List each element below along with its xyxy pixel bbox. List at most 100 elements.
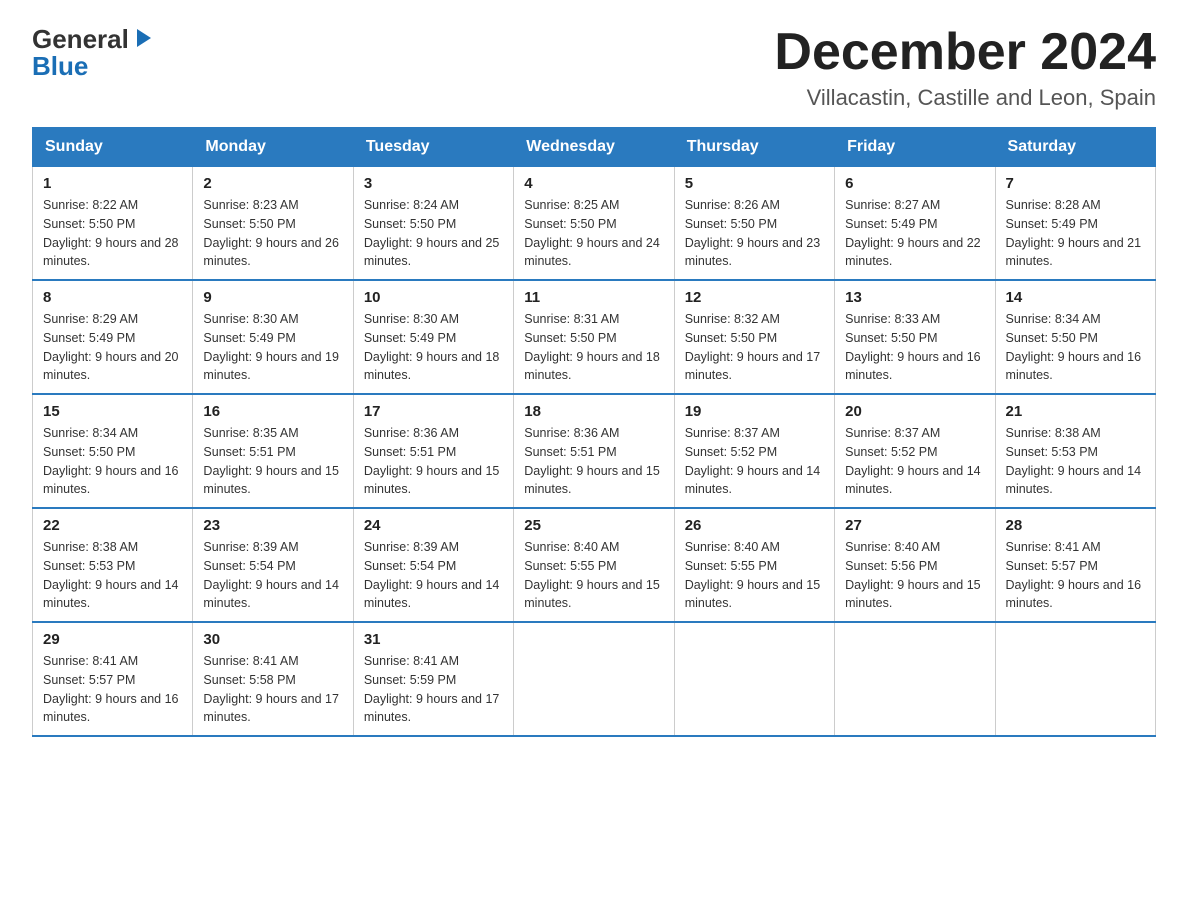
day-number: 10 xyxy=(364,289,503,306)
day-cell-18: 18Sunrise: 8:36 AMSunset: 5:51 PMDayligh… xyxy=(514,394,674,508)
day-info: Sunrise: 8:40 AMSunset: 5:56 PMDaylight:… xyxy=(845,538,984,613)
day-cell-19: 19 Sunrise: 8:37 AMSunset: 5:52 PMDayligh… xyxy=(674,394,834,508)
day-info: Sunrise: 8:23 AMSunset: 5:50 PMDaylight:… xyxy=(203,196,342,271)
day-header-friday: Friday xyxy=(835,128,995,167)
day-number: 13 xyxy=(845,289,984,306)
day-header-sunday: Sunday xyxy=(33,128,193,167)
day-number: 30 xyxy=(203,631,342,648)
day-number: 6 xyxy=(845,175,984,192)
day-info: Sunrise: 8:35 AMSunset: 5:51 PMDaylight:… xyxy=(203,424,342,499)
location-title: Villacastin, Castille and Leon, Spain xyxy=(774,85,1156,111)
day-cell-31: 31 Sunrise: 8:41 AMSunset: 5:59 PMDayligh… xyxy=(353,622,513,736)
day-info: Sunrise: 8:37 AMSunset: 5:52 PMDaylight:… xyxy=(685,424,824,499)
week-row-3: 15 Sunrise: 8:34 AMSunset: 5:50 PMDayligh… xyxy=(33,394,1156,508)
day-number: 11 xyxy=(524,289,663,306)
day-info: Sunrise: 8:41 AMSunset: 5:57 PMDaylight:… xyxy=(1006,538,1145,613)
day-info: Sunrise: 8:36 AMSunset: 5:51 PMDaylight:… xyxy=(364,424,503,499)
day-cell-26: 26 Sunrise: 8:40 AMSunset: 5:55 PMDayligh… xyxy=(674,508,834,622)
day-cell-8: 8Sunrise: 8:29 AMSunset: 5:49 PMDaylight… xyxy=(33,280,193,394)
empty-cell xyxy=(835,622,995,736)
calendar-table: SundayMondayTuesdayWednesdayThursdayFrid… xyxy=(32,127,1156,737)
day-info: Sunrise: 8:37 AMSunset: 5:52 PMDaylight:… xyxy=(845,424,984,499)
empty-cell xyxy=(514,622,674,736)
week-row-5: 29 Sunrise: 8:41 AMSunset: 5:57 PMDayligh… xyxy=(33,622,1156,736)
day-cell-13: 13 Sunrise: 8:33 AMSunset: 5:50 PMDayligh… xyxy=(835,280,995,394)
day-header-tuesday: Tuesday xyxy=(353,128,513,167)
day-number: 23 xyxy=(203,517,342,534)
day-info: Sunrise: 8:38 AMSunset: 5:53 PMDaylight:… xyxy=(1006,424,1145,499)
day-cell-20: 20 Sunrise: 8:37 AMSunset: 5:52 PMDayligh… xyxy=(835,394,995,508)
day-cell-6: 6 Sunrise: 8:27 AMSunset: 5:49 PMDaylight… xyxy=(835,167,995,281)
day-header-wednesday: Wednesday xyxy=(514,128,674,167)
day-cell-4: 4Sunrise: 8:25 AMSunset: 5:50 PMDaylight… xyxy=(514,167,674,281)
day-info: Sunrise: 8:27 AMSunset: 5:49 PMDaylight:… xyxy=(845,196,984,271)
day-number: 7 xyxy=(1006,175,1145,192)
day-info: Sunrise: 8:40 AMSunset: 5:55 PMDaylight:… xyxy=(524,538,663,613)
day-info: Sunrise: 8:33 AMSunset: 5:50 PMDaylight:… xyxy=(845,310,984,385)
logo-triangle-icon xyxy=(131,27,153,49)
day-cell-17: 17Sunrise: 8:36 AMSunset: 5:51 PMDayligh… xyxy=(353,394,513,508)
day-number: 3 xyxy=(364,175,503,192)
calendar-header-row: SundayMondayTuesdayWednesdayThursdayFrid… xyxy=(33,128,1156,167)
day-cell-24: 24Sunrise: 8:39 AMSunset: 5:54 PMDayligh… xyxy=(353,508,513,622)
day-info: Sunrise: 8:30 AMSunset: 5:49 PMDaylight:… xyxy=(203,310,342,385)
day-info: Sunrise: 8:34 AMSunset: 5:50 PMDaylight:… xyxy=(1006,310,1145,385)
day-number: 26 xyxy=(685,517,824,534)
day-number: 8 xyxy=(43,289,182,306)
day-cell-14: 14 Sunrise: 8:34 AMSunset: 5:50 PMDayligh… xyxy=(995,280,1155,394)
day-cell-5: 5Sunrise: 8:26 AMSunset: 5:50 PMDaylight… xyxy=(674,167,834,281)
day-number: 14 xyxy=(1006,289,1145,306)
day-number: 25 xyxy=(524,517,663,534)
day-number: 4 xyxy=(524,175,663,192)
day-info: Sunrise: 8:34 AMSunset: 5:50 PMDaylight:… xyxy=(43,424,182,499)
day-header-thursday: Thursday xyxy=(674,128,834,167)
day-info: Sunrise: 8:41 AMSunset: 5:57 PMDaylight:… xyxy=(43,652,182,727)
week-row-4: 22Sunrise: 8:38 AMSunset: 5:53 PMDayligh… xyxy=(33,508,1156,622)
day-info: Sunrise: 8:39 AMSunset: 5:54 PMDaylight:… xyxy=(203,538,342,613)
day-number: 28 xyxy=(1006,517,1145,534)
day-number: 29 xyxy=(43,631,182,648)
day-cell-23: 23 Sunrise: 8:39 AMSunset: 5:54 PMDayligh… xyxy=(193,508,353,622)
day-info: Sunrise: 8:39 AMSunset: 5:54 PMDaylight:… xyxy=(364,538,503,613)
day-number: 2 xyxy=(203,175,342,192)
day-number: 15 xyxy=(43,403,182,420)
week-row-1: 1 Sunrise: 8:22 AMSunset: 5:50 PMDaylight… xyxy=(33,167,1156,281)
day-number: 12 xyxy=(685,289,824,306)
month-title: December 2024 xyxy=(774,24,1156,81)
page-header: General Blue December 2024 Villacastin, … xyxy=(32,24,1156,111)
day-info: Sunrise: 8:28 AMSunset: 5:49 PMDaylight:… xyxy=(1006,196,1145,271)
day-number: 1 xyxy=(43,175,182,192)
empty-cell xyxy=(674,622,834,736)
day-cell-11: 11 Sunrise: 8:31 AMSunset: 5:50 PMDayligh… xyxy=(514,280,674,394)
day-number: 20 xyxy=(845,403,984,420)
day-number: 5 xyxy=(685,175,824,192)
day-cell-30: 30Sunrise: 8:41 AMSunset: 5:58 PMDayligh… xyxy=(193,622,353,736)
day-cell-25: 25 Sunrise: 8:40 AMSunset: 5:55 PMDayligh… xyxy=(514,508,674,622)
day-number: 19 xyxy=(685,403,824,420)
day-cell-1: 1 Sunrise: 8:22 AMSunset: 5:50 PMDaylight… xyxy=(33,167,193,281)
day-cell-16: 16Sunrise: 8:35 AMSunset: 5:51 PMDayligh… xyxy=(193,394,353,508)
day-info: Sunrise: 8:30 AMSunset: 5:49 PMDaylight:… xyxy=(364,310,503,385)
day-info: Sunrise: 8:22 AMSunset: 5:50 PMDaylight:… xyxy=(43,196,182,271)
logo-blue: Blue xyxy=(32,51,88,82)
day-header-saturday: Saturday xyxy=(995,128,1155,167)
day-info: Sunrise: 8:40 AMSunset: 5:55 PMDaylight:… xyxy=(685,538,824,613)
day-cell-29: 29 Sunrise: 8:41 AMSunset: 5:57 PMDayligh… xyxy=(33,622,193,736)
empty-cell xyxy=(995,622,1155,736)
day-cell-2: 2 Sunrise: 8:23 AMSunset: 5:50 PMDaylight… xyxy=(193,167,353,281)
day-number: 31 xyxy=(364,631,503,648)
day-cell-28: 28 Sunrise: 8:41 AMSunset: 5:57 PMDayligh… xyxy=(995,508,1155,622)
day-info: Sunrise: 8:24 AMSunset: 5:50 PMDaylight:… xyxy=(364,196,503,271)
day-cell-22: 22Sunrise: 8:38 AMSunset: 5:53 PMDayligh… xyxy=(33,508,193,622)
day-number: 21 xyxy=(1006,403,1145,420)
day-info: Sunrise: 8:31 AMSunset: 5:50 PMDaylight:… xyxy=(524,310,663,385)
logo: General Blue xyxy=(32,24,153,82)
day-info: Sunrise: 8:41 AMSunset: 5:59 PMDaylight:… xyxy=(364,652,503,727)
day-info: Sunrise: 8:32 AMSunset: 5:50 PMDaylight:… xyxy=(685,310,824,385)
day-number: 27 xyxy=(845,517,984,534)
day-number: 18 xyxy=(524,403,663,420)
day-cell-9: 9Sunrise: 8:30 AMSunset: 5:49 PMDaylight… xyxy=(193,280,353,394)
day-cell-27: 27 Sunrise: 8:40 AMSunset: 5:56 PMDayligh… xyxy=(835,508,995,622)
day-number: 22 xyxy=(43,517,182,534)
day-cell-10: 10 Sunrise: 8:30 AMSunset: 5:49 PMDayligh… xyxy=(353,280,513,394)
